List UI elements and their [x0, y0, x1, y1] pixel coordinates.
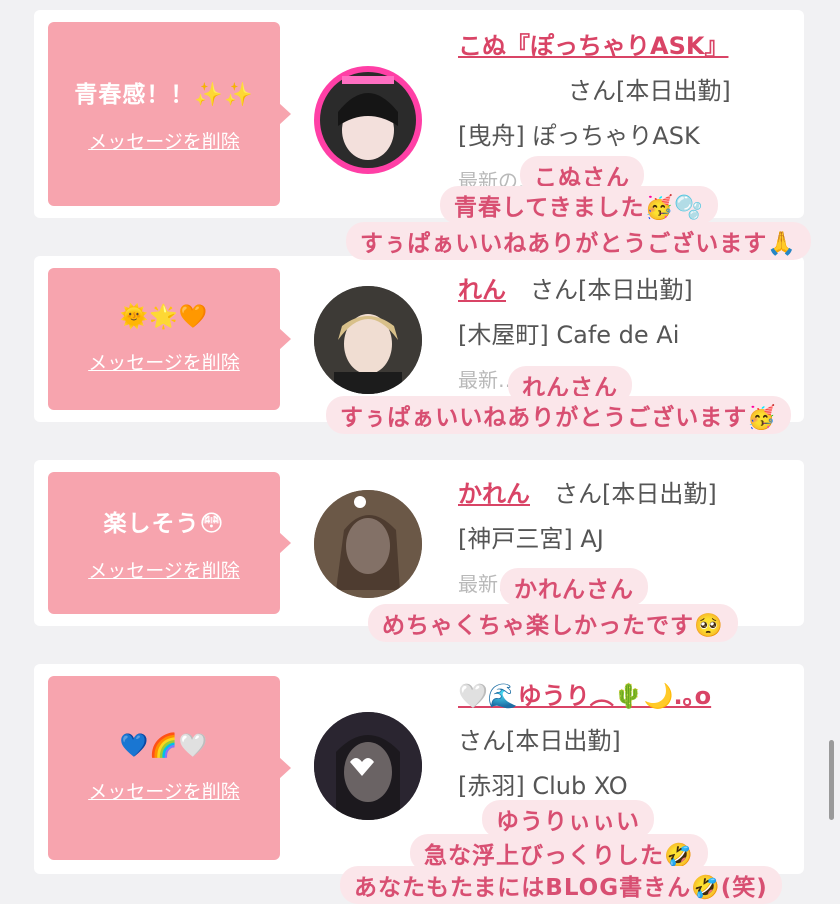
overlay-caption: すぅぱぁいいねありがとうございます🙏 [346, 222, 811, 260]
overlay-caption: すぅぱぁいいねありがとうございます🥳 [326, 396, 791, 434]
shop-name: [曳舟] ぽっちゃりASK [458, 122, 700, 150]
message-text: 💙🌈🤍 [119, 733, 209, 759]
delete-message-link[interactable]: メッセージを削除 [88, 777, 240, 804]
scrollbar[interactable] [829, 740, 834, 820]
message-text: 🌞🌟🧡 [119, 304, 209, 330]
girl-name-link[interactable]: かれん [458, 480, 530, 508]
avatar[interactable] [314, 286, 422, 394]
girl-name-link[interactable]: 🤍🌊ゆうり︵🌵🌙.｡o [458, 682, 711, 710]
message-text: 楽しそう😳 [103, 510, 225, 537]
avatar[interactable] [314, 490, 422, 598]
girl-name-link[interactable]: れん [458, 276, 506, 304]
overlay-caption: ゆうりぃぃい [482, 800, 654, 838]
message-text: 青春感！！✨✨ [74, 81, 254, 108]
shop-name: [神戸三宮] AJ [458, 525, 604, 553]
san-status: さん[本日出勤] [568, 77, 731, 105]
delete-message-link[interactable]: メッセージを削除 [88, 348, 240, 375]
san-status: さん[本日出勤] [458, 727, 621, 755]
message-card-3: 楽しそう😳 メッセージを削除 かれん さん[本日出勤] [神戸三宮] AJ 最新…… [34, 460, 804, 626]
overlay-caption: あなたもたまにはBLOG書きん🤣(笑) [340, 866, 782, 904]
overlay-caption: めちゃくちゃ楽しかったです🥺 [368, 604, 738, 642]
san-status: さん[本日出勤] [554, 480, 717, 508]
shop-name: [木屋町] Cafe de Ai [458, 321, 680, 349]
delete-message-link[interactable]: メッセージを削除 [88, 556, 240, 583]
delete-message-link[interactable]: メッセージを削除 [88, 127, 240, 154]
avatar[interactable] [314, 66, 422, 174]
san-status: さん[本日出勤] [530, 276, 693, 304]
avatar[interactable] [314, 712, 422, 820]
overlay-caption: かれんさん [500, 568, 648, 606]
message-bubble: 青春感！！✨✨ メッセージを削除 [48, 22, 291, 206]
overlay-caption: 青春してきました🥳🫧 [440, 186, 718, 224]
girl-name-link[interactable]: こぬ『ぽっちゃりASK』 [458, 32, 728, 60]
message-bubble: 🌞🌟🧡 メッセージを削除 [48, 268, 291, 410]
message-bubble: 💙🌈🤍 メッセージを削除 [48, 676, 291, 860]
message-bubble: 楽しそう😳 メッセージを削除 [48, 472, 291, 614]
girl-info: 🤍🌊ゆうり︵🌵🌙.｡o さん[本日出勤] [赤羽] Club XO [458, 674, 788, 809]
